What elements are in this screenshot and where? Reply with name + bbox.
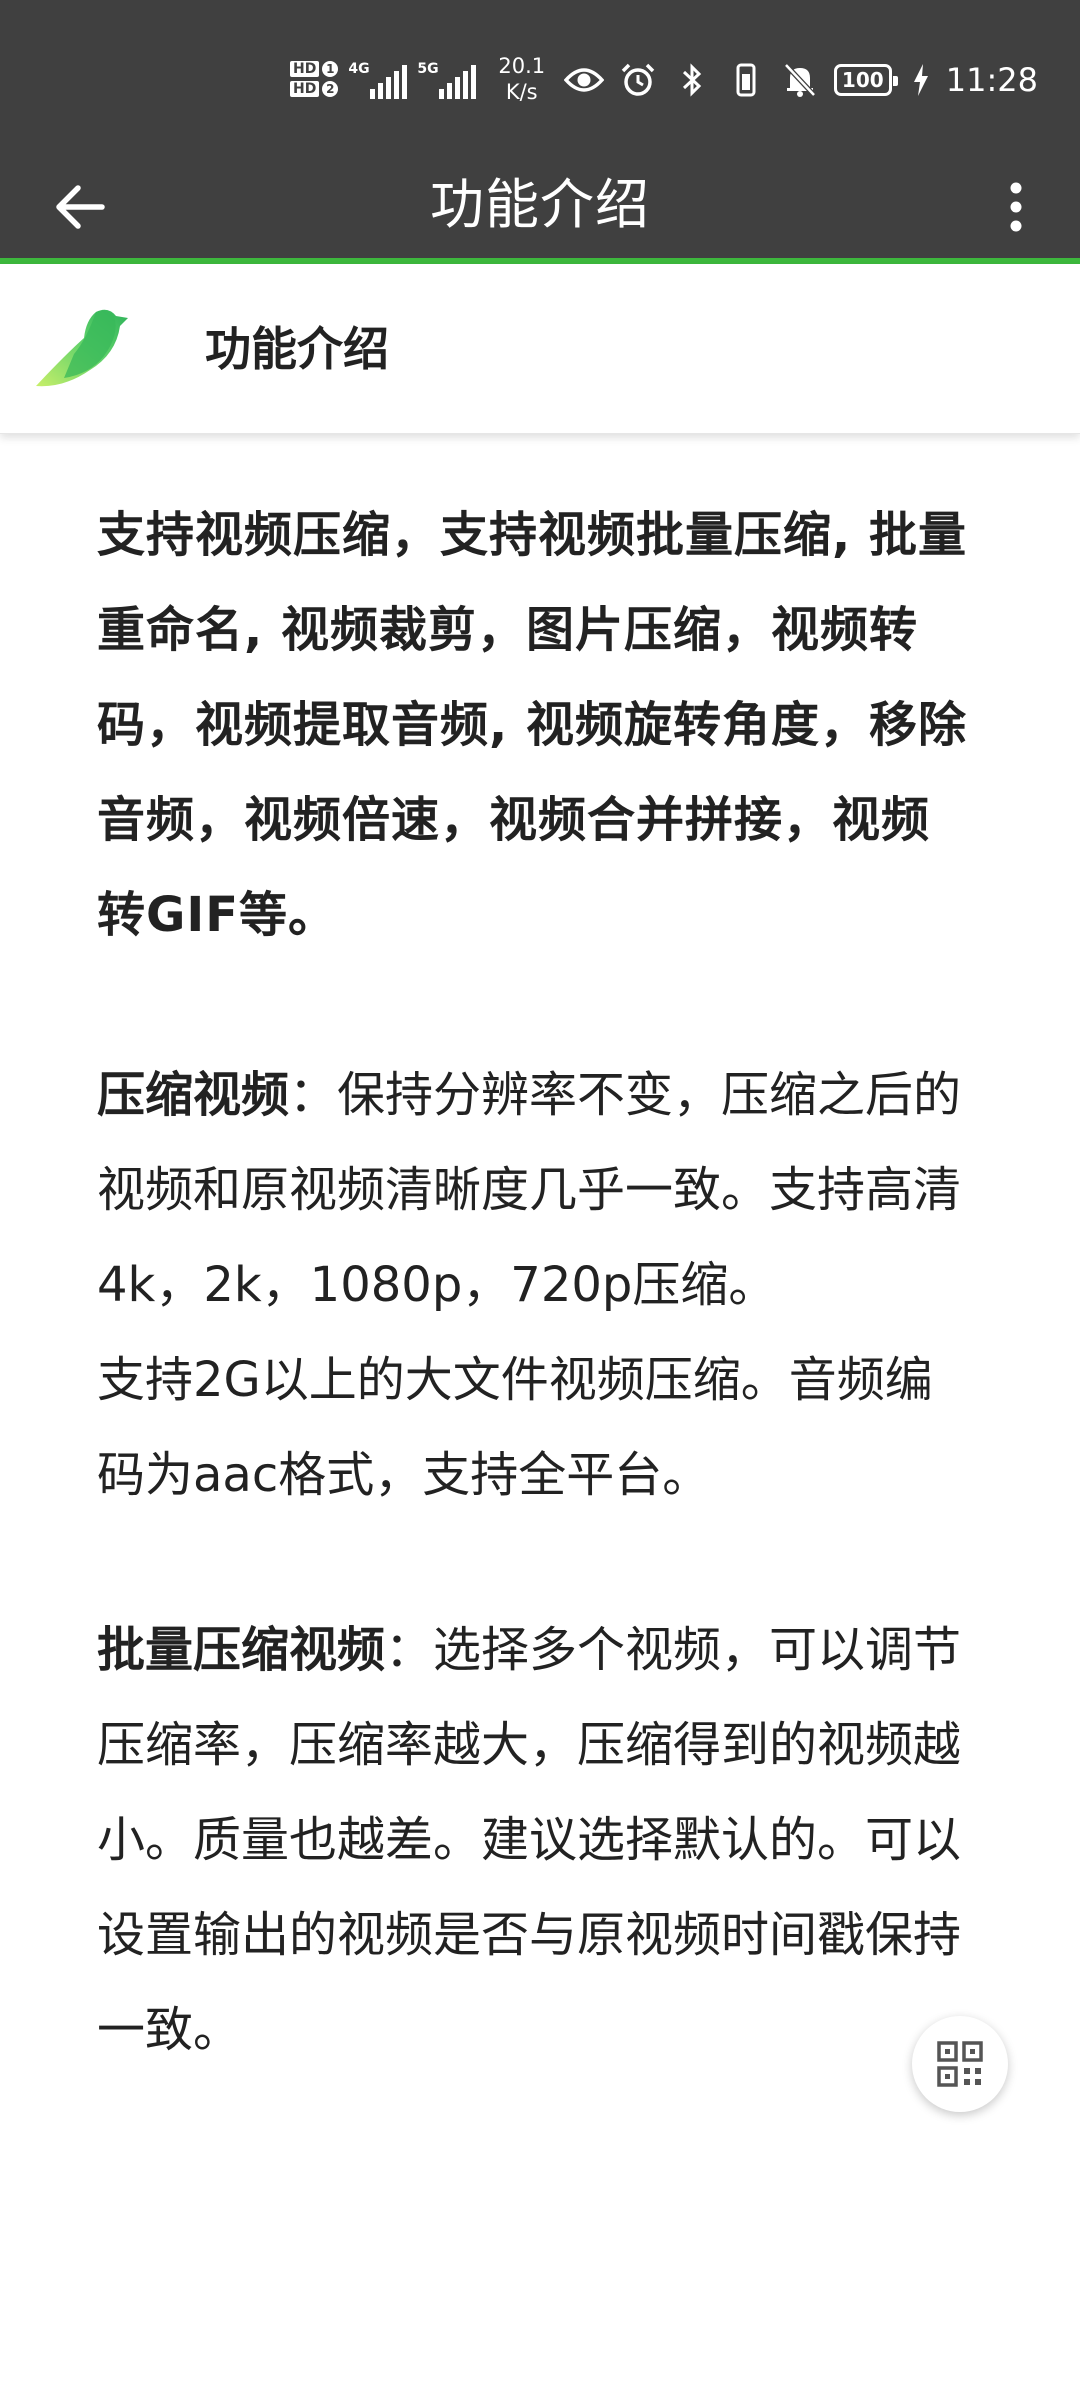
speed-unit: K/s — [505, 80, 538, 104]
app-bar: 功能介绍 — [0, 150, 1080, 260]
status-left: HD 1 HD 2 4G 5G 20.1 K/s — [290, 44, 545, 114]
batch-compress-body: ：选择多个视频，可以调节压缩率，压缩率越大，压缩得到的视频越小。质量也越差。建议… — [97, 1622, 962, 2058]
battery-icon: 100 — [833, 64, 898, 96]
header-card: 功能介绍 — [0, 264, 1080, 434]
hd2-number: 2 — [322, 81, 339, 97]
sim-indicators: HD 1 HD 2 — [290, 61, 339, 97]
large-file-paragraph: 支持2G以上的大文件视频压缩。音频编码为aac格式，支持全平台。 — [97, 1352, 933, 1503]
app-bar-title: 功能介绍 — [430, 173, 650, 236]
more-options-button[interactable] — [988, 175, 1044, 239]
back-arrow-icon — [56, 185, 105, 229]
charging-icon — [912, 60, 930, 100]
bluetooth-icon — [672, 60, 712, 100]
more-vert-icon — [1010, 182, 1022, 232]
sim1-indicator: HD 1 — [290, 61, 339, 77]
hd2-label: HD — [290, 81, 320, 97]
signal-4g-icon: 4G — [348, 59, 408, 99]
mute-bell-icon — [780, 60, 820, 100]
vibrate-icon — [726, 60, 766, 100]
status-right: 100 11:28 — [563, 48, 1038, 112]
compress-video-title: 压缩视频 — [97, 1067, 290, 1123]
network-speed: 20.1 K/s — [498, 53, 545, 105]
header-title: 功能介绍 — [205, 322, 389, 376]
back-button[interactable] — [48, 175, 112, 239]
battery-level: 100 — [841, 68, 884, 92]
clock: 11:28 — [945, 61, 1038, 99]
signal-5g-icon: 5G — [417, 59, 477, 99]
intro-paragraph: 支持视频压缩，支持视频批量压缩, 批量重命名, 视频裁剪，图片压缩，视频转码，视… — [97, 507, 967, 943]
speed-value: 20.1 — [498, 54, 546, 78]
eye-icon — [563, 60, 604, 100]
bird-logo-icon — [34, 304, 130, 396]
net1-label: 4G — [348, 61, 370, 77]
feature-description: 支持视频压缩，支持视频批量压缩, 批量重命名, 视频裁剪，图片压缩，视频转码，视… — [97, 488, 977, 2078]
net2-label: 5G — [417, 61, 439, 77]
batch-compress-title: 批量压缩视频 — [97, 1622, 386, 1678]
sim2-indicator: HD 2 — [290, 81, 339, 97]
qr-code-button[interactable] — [912, 2016, 1008, 2112]
status-bar: HD 1 HD 2 4G 5G 20.1 K/s 100 11:28 — [0, 0, 1080, 150]
hd1-label: HD — [290, 61, 320, 77]
hd1-number: 1 — [322, 61, 339, 77]
compress-video-paragraph: 压缩视频：保持分辨率不变，压缩之后的视频和原视频清晰度几乎一致。支持高清4k，2… — [97, 1048, 977, 1333]
alarm-icon — [618, 60, 658, 100]
qr-code-icon — [937, 2041, 983, 2087]
batch-compress-paragraph: 批量压缩视频：选择多个视频，可以调节压缩率，压缩率越大，压缩得到的视频越小。质量… — [97, 1603, 977, 2078]
